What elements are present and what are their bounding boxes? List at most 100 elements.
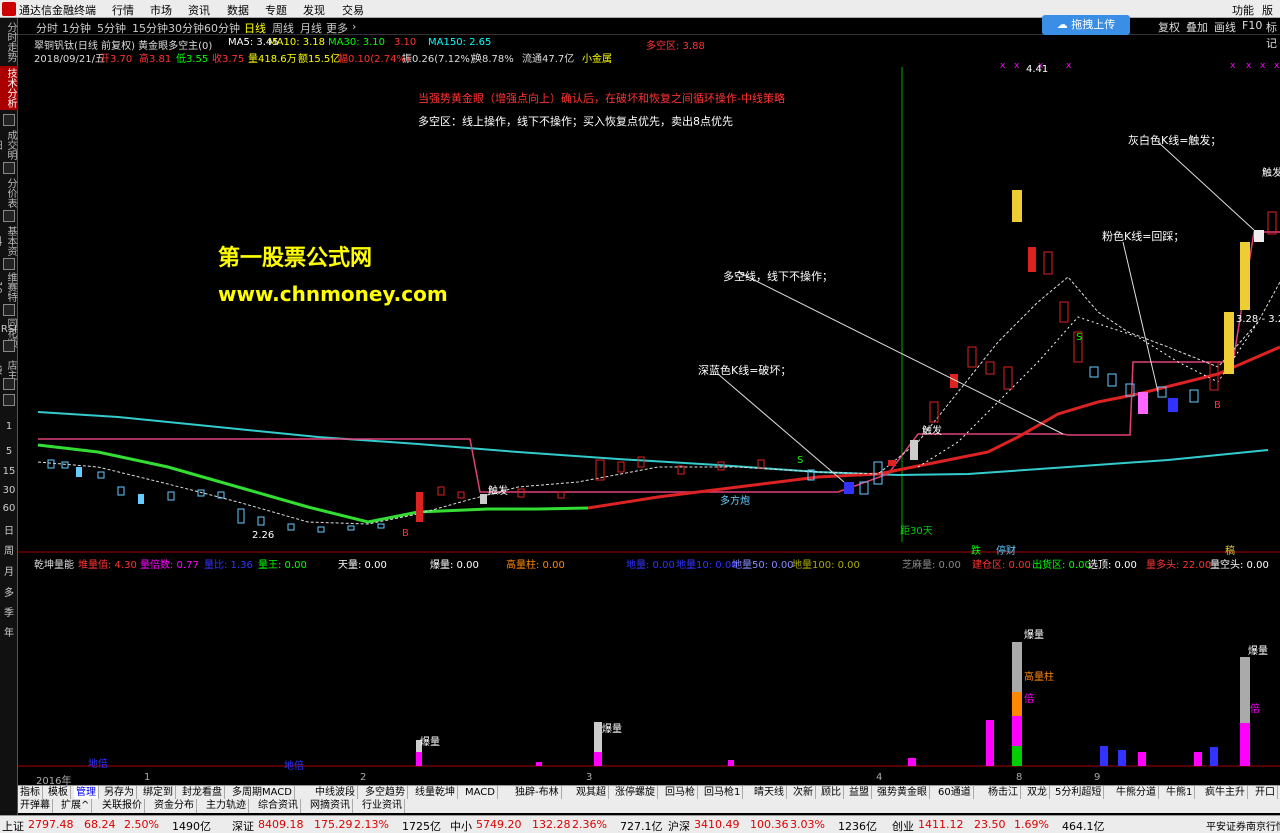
info-tab[interactable]: 资金分布: [152, 799, 197, 813]
period-60[interactable]: 60: [0, 503, 18, 514]
tab-weisaite[interactable]: 维赛特10: [0, 272, 18, 302]
index-name: 上证: [2, 820, 24, 833]
period-5[interactable]: 5: [0, 446, 18, 457]
indicator-tab[interactable]: 涨停螺旋: [613, 786, 658, 800]
rsi-label[interactable]: RSI: [0, 324, 18, 335]
indicator-tab[interactable]: 顾比: [819, 786, 844, 800]
info-tab[interactable]: 扩展^: [59, 799, 93, 813]
period-month[interactable]: 月: [0, 563, 18, 578]
indicator-tab[interactable]: 观其超: [574, 786, 609, 800]
indicator-tab[interactable]: 多周期MACD: [230, 786, 295, 800]
indicator-tab[interactable]: 60通道: [936, 786, 974, 800]
info-tab[interactable]: 主力轨迹: [204, 799, 249, 813]
indicator-tab[interactable]: 强势黄金眼: [875, 786, 930, 800]
period-tab-more[interactable]: 更多: [326, 20, 348, 36]
tool-huaxian[interactable]: 画线: [1214, 19, 1236, 35]
period-1[interactable]: 1: [0, 421, 18, 432]
period-15[interactable]: 15: [0, 466, 18, 477]
tool-icon-1[interactable]: [3, 378, 15, 390]
indicator-tab[interactable]: 另存为: [102, 786, 137, 800]
menu-zixun[interactable]: 资讯: [188, 2, 210, 18]
link-icon[interactable]: [3, 304, 15, 316]
indicator-tab[interactable]: 晴天线: [752, 786, 787, 800]
tab-chengjiao[interactable]: 成交明细: [0, 130, 18, 160]
indicator-tab[interactable]: 开口: [1253, 786, 1278, 800]
info-tab[interactable]: 综合资讯: [256, 799, 301, 813]
indicator-name[interactable]: 乾坤量能: [34, 556, 74, 571]
period-tab-30min[interactable]: 30分钟: [168, 20, 204, 36]
info-tab[interactable]: 关联报价: [100, 799, 145, 813]
indicator-tab[interactable]: 多空趋势: [363, 786, 408, 800]
indicator-tab[interactable]: 杨击江: [986, 786, 1021, 800]
tool-fuquan[interactable]: 复权: [1158, 19, 1180, 35]
period-more-arrow-icon[interactable]: ›: [352, 20, 356, 33]
kline-chart[interactable]: xxxx xxxx: [18, 62, 1280, 770]
indicator-tab[interactable]: 5分利超短: [1053, 786, 1105, 800]
period-season[interactable]: 季: [0, 604, 18, 619]
indicator-tab[interactable]: 绑定到: [141, 786, 176, 800]
indicator-tab[interactable]: 指标: [18, 786, 43, 800]
period-tab-month[interactable]: 月线: [300, 20, 322, 36]
tab-jishu[interactable]: 技术分析: [0, 66, 18, 110]
tool-f10[interactable]: F10: [1242, 19, 1262, 32]
vol-dibei-2: 地倍: [284, 761, 304, 772]
period-day[interactable]: 日: [0, 522, 18, 537]
tool-icon-2[interactable]: [3, 394, 15, 406]
info-tab[interactable]: 行业资讯: [360, 799, 405, 813]
indicator-value: 地量50: 0.00: [732, 560, 794, 571]
tool-diejia[interactable]: 叠加: [1186, 19, 1208, 35]
move-icon[interactable]: [3, 340, 15, 352]
doc-icon[interactable]: [3, 210, 15, 222]
tab-jiben[interactable]: 基本资料: [0, 226, 18, 256]
indicator-value: 堆量值: 4.30: [78, 560, 137, 571]
svg-text:x: x: [1260, 62, 1266, 71]
menu-shichang[interactable]: 市场: [150, 2, 172, 18]
price-high-label: 4.41: [1026, 64, 1049, 75]
indicator-tab[interactable]: 独辟-布林: [513, 786, 562, 800]
indicator-tab[interactable]: 益盟: [847, 786, 872, 800]
indicator-tab[interactable]: 管理: [74, 786, 99, 800]
period-30[interactable]: 30: [0, 485, 18, 496]
indicator-tab[interactable]: 封龙看盘: [180, 786, 225, 800]
indicator-tab[interactable]: 牛熊1: [1164, 786, 1196, 800]
period-tab-60min[interactable]: 60分钟: [204, 20, 240, 36]
svg-text:x: x: [1000, 62, 1006, 71]
indicator-tab[interactable]: 牛熊分道: [1114, 786, 1159, 800]
indicator-tab[interactable]: 回马枪: [663, 786, 698, 800]
f10-icon[interactable]: [3, 258, 15, 270]
period-tab-1min[interactable]: 1分钟: [62, 20, 91, 36]
indicator-tab[interactable]: 线量乾坤: [413, 786, 458, 800]
indicator-tab[interactable]: 中线波段: [313, 786, 358, 800]
tool-biaoji[interactable]: 标记: [1266, 19, 1280, 51]
info-tab[interactable]: 开弹幕: [18, 799, 53, 813]
menu-shuju[interactable]: 数据: [227, 2, 249, 18]
indicator-tab[interactable]: 次新: [791, 786, 816, 800]
tab-fenjia[interactable]: 分价表: [0, 178, 18, 208]
table-icon[interactable]: [3, 162, 15, 174]
menu-gongneng[interactable]: 功能: [1232, 2, 1254, 18]
period-tab-day[interactable]: 日线: [244, 20, 266, 36]
period-year[interactable]: 年: [0, 624, 18, 639]
indicator-tab[interactable]: 双龙: [1025, 786, 1050, 800]
period-week[interactable]: 周: [0, 542, 18, 557]
indicator-tab[interactable]: 疯牛主升: [1203, 786, 1248, 800]
index-price: 1411.12: [918, 818, 964, 831]
index-change: 100.36: [750, 818, 789, 831]
period-tab-fenshi[interactable]: 分时: [36, 20, 58, 36]
chart-icon[interactable]: [3, 114, 15, 126]
menu-faxian[interactable]: 发现: [303, 2, 325, 18]
menu-hangqing[interactable]: 行情: [112, 2, 134, 18]
period-tab-week[interactable]: 周线: [272, 20, 294, 36]
period-tab-15min[interactable]: 15分钟: [132, 20, 168, 36]
tab-fenshi[interactable]: 分时走势: [0, 20, 18, 64]
indicator-tab[interactable]: 回马枪1: [702, 786, 744, 800]
menu-zhuanti[interactable]: 专题: [265, 2, 287, 18]
period-multi[interactable]: 多: [0, 584, 18, 599]
period-tab-5min[interactable]: 5分钟: [97, 20, 126, 36]
indicator-tab[interactable]: MACD: [463, 786, 498, 800]
info-tab[interactable]: 网摘资讯: [308, 799, 353, 813]
menu-jiaoyi[interactable]: 交易: [342, 2, 364, 18]
upload-button[interactable]: ☁ 拖拽上传: [1042, 15, 1130, 35]
indicator-tab[interactable]: 模板: [46, 786, 71, 800]
broker-name: 平安证券南京行情: [1206, 822, 1280, 833]
